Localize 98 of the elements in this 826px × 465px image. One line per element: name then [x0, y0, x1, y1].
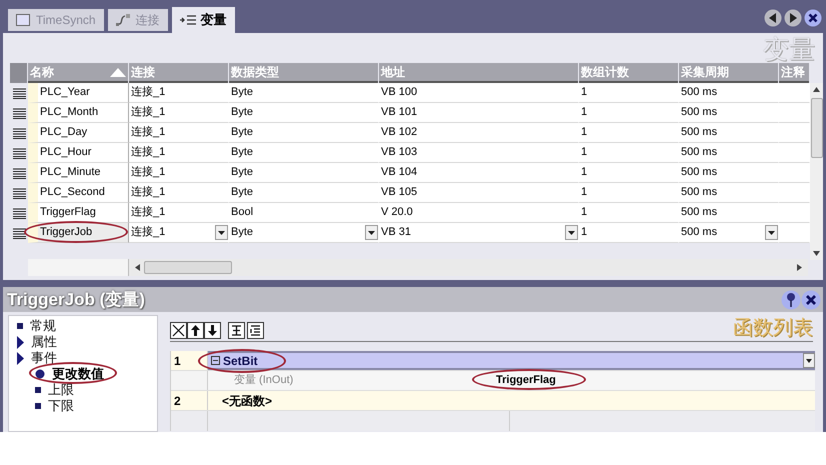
table-cell-text: 连接_1 [130, 204, 166, 220]
scrollbar-thumb[interactable] [144, 261, 232, 274]
table-cell-text: 连接_1 [130, 144, 166, 160]
row-handle-icon[interactable] [12, 148, 26, 158]
table-cell-text: 500 ms [680, 165, 718, 180]
table-cell-text: VB 105 [380, 185, 418, 200]
table-cell-text: PLC_Hour [39, 145, 92, 160]
table-cell-text: Byte [230, 125, 254, 140]
connection-icon [116, 14, 130, 26]
table-cell-text: 1 [580, 205, 588, 220]
bullet-icon [35, 403, 41, 409]
row-handle-icon[interactable] [12, 228, 26, 238]
panel-heading: 函数列表 [733, 317, 813, 339]
table-cell-text: 1 [580, 105, 588, 120]
table-cell-text: VB 103 [380, 145, 418, 160]
pin-icon[interactable] [781, 290, 801, 310]
collapse-icon[interactable] [211, 356, 220, 365]
delete-icon[interactable] [170, 322, 187, 338]
next-icon[interactable] [784, 8, 802, 26]
table-cell-text: Byte [230, 185, 254, 200]
horizontal-scrollbar[interactable] [129, 259, 808, 276]
row-header-corner [10, 63, 27, 83]
table-cell-text: 连接_1 [130, 164, 166, 180]
table-cell-text: PLC_Minute [39, 165, 102, 180]
table-cell-text: 500 ms [680, 105, 718, 120]
parameter-label: 变量 (InOut) [233, 372, 294, 388]
table-cell-text: 连接_1 [130, 124, 166, 140]
table-cell-text: V 20.0 [380, 205, 414, 220]
scroll-left-icon[interactable] [135, 264, 140, 271]
table-cell-text: Byte [230, 145, 254, 160]
table-cell-text: 1 [580, 165, 588, 180]
table-cell-text: VB 31 [380, 225, 412, 240]
window-icon [16, 14, 30, 26]
table-cell-text: VB 102 [380, 125, 418, 140]
indent-icon[interactable] [228, 322, 245, 338]
close-icon[interactable] [801, 290, 821, 310]
table-cell-text: 1 [580, 185, 588, 200]
table-cell-text: 500 ms [680, 205, 718, 220]
function-name[interactable]: <无函数> [222, 392, 272, 410]
bullet-icon [35, 387, 41, 393]
row-handle-icon[interactable] [12, 208, 26, 218]
table-cell-text: 1 [580, 85, 588, 100]
bullet-icon [17, 323, 23, 329]
table-cell-text: Byte [230, 225, 254, 240]
table-cell-text: 连接_1 [130, 104, 166, 120]
row-handle-icon[interactable] [12, 108, 26, 118]
table-cell-text: 1 [580, 125, 588, 140]
table-cell-text: 500 ms [680, 125, 718, 140]
scroll-down-icon[interactable] [813, 251, 820, 256]
table-cell-text: 连接_1 [130, 184, 166, 200]
table-cell-text: 连接_1 [130, 224, 166, 240]
row-handle-icon[interactable] [12, 188, 26, 198]
move-down-icon[interactable] [204, 322, 221, 338]
table-cell-text: 1 [580, 225, 588, 240]
table-cell-text: 500 ms [680, 185, 718, 200]
table-cell-text: VB 101 [380, 105, 418, 120]
table-cell-text: PLC_Day [39, 125, 88, 140]
row-handle-icon[interactable] [12, 168, 26, 178]
table-cell-text: PLC_Month [39, 105, 100, 120]
row-number: 1 [171, 351, 208, 370]
editor-heading: 变量 [763, 35, 815, 63]
table-cell-text: Bool [230, 205, 254, 220]
table-cell-text: TriggerFlag [39, 205, 97, 220]
parameter-value[interactable]: TriggerFlag [496, 372, 556, 389]
tab-label: TimeSynch [36, 12, 96, 29]
table-cell-text: 500 ms [680, 225, 718, 240]
previous-icon[interactable] [764, 8, 782, 26]
panel-title: TriggerJob (变量) [7, 288, 145, 311]
scroll-up-icon[interactable] [813, 87, 820, 92]
tab-label: 连接 [136, 12, 160, 29]
move-up-icon[interactable] [187, 322, 204, 338]
vertical-scrollbar[interactable] [810, 83, 823, 260]
table-cell-text: Byte [230, 165, 254, 180]
table-cell-text: Byte [230, 105, 254, 120]
row-number: 2 [171, 391, 208, 410]
expand-triangle-icon[interactable] [17, 336, 24, 348]
row-handle-icon[interactable] [12, 128, 26, 138]
row-handle-icon[interactable] [12, 88, 26, 98]
table-cell-text: 500 ms [680, 85, 718, 100]
function-name[interactable]: SetBit [223, 354, 258, 368]
table-cell-text: VB 104 [380, 165, 418, 180]
tag-list-icon [180, 15, 196, 25]
tab-label: 变量 [200, 11, 227, 30]
close-icon[interactable] [804, 8, 822, 26]
tab[interactable]: 变量 [172, 7, 235, 33]
table-cell-text: TriggerJob [39, 225, 94, 240]
sort-ascending-icon [110, 68, 126, 76]
list-icon[interactable] [247, 322, 264, 338]
scroll-right-icon[interactable] [797, 264, 802, 271]
table-cell-text: Byte [230, 85, 254, 100]
table-cell-text: VB 100 [380, 85, 418, 100]
table-cell-text: PLC_Year [39, 85, 91, 100]
table-cell-text: 500 ms [680, 145, 718, 160]
table-cell-text: 1 [580, 145, 588, 160]
table-cell-text: 连接_1 [130, 84, 166, 100]
scrollbar-thumb[interactable] [810, 98, 822, 158]
table-cell-text: PLC_Second [39, 185, 106, 200]
expand-triangle-icon[interactable] [17, 352, 24, 364]
